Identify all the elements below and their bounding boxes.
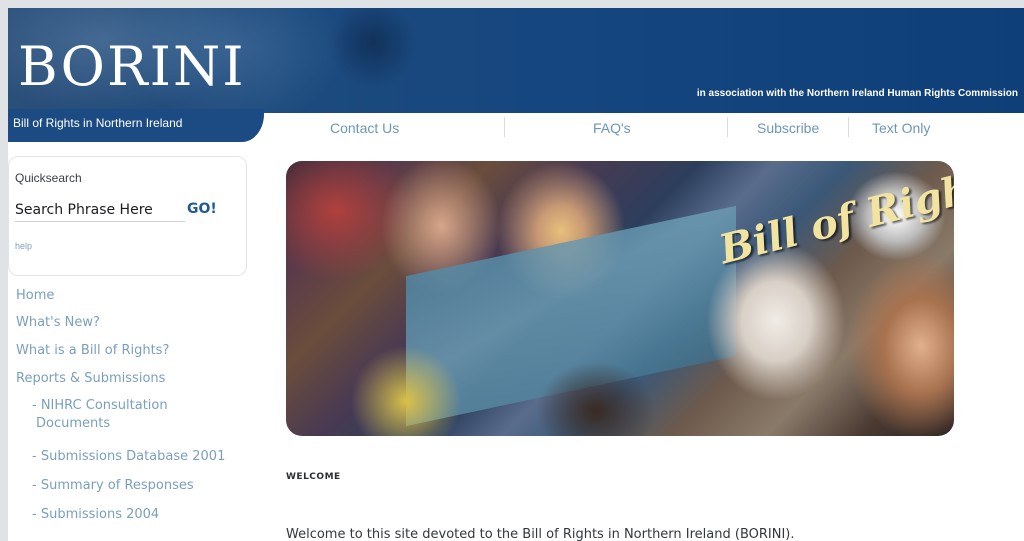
search-go-button[interactable]: GO!	[187, 201, 217, 217]
sidebar-subitem-submissions-2001[interactable]: - Submissions Database 2001	[32, 447, 225, 467]
quicksearch-label: Quicksearch	[15, 171, 82, 185]
header-banner: BORINI in association with the Northern …	[8, 8, 1024, 113]
sidebar-item-reports[interactable]: Reports & Submissions	[16, 371, 165, 386]
page: BORINI in association with the Northern …	[8, 8, 1024, 541]
site-tagline: Bill of Rights in Northern Ireland	[13, 116, 183, 130]
sidebar-subitem-documents[interactable]: Documents	[36, 414, 110, 434]
nav-contact-us[interactable]: Contact Us	[330, 120, 399, 136]
sidebar-subitem-submissions-2004[interactable]: - Submissions 2004	[32, 505, 159, 525]
top-nav: Bill of Rights in Northern Ireland Conta…	[8, 109, 1024, 145]
banner-decoration	[328, 8, 418, 88]
hero-figure	[846, 251, 954, 436]
sidebar-item-home[interactable]: Home	[16, 288, 54, 303]
quicksearch-box: Quicksearch GO! help	[8, 156, 247, 276]
search-help-link[interactable]: help	[15, 241, 32, 251]
sidebar-item-what-is-bill[interactable]: What is a Bill of Rights?	[16, 343, 169, 358]
nav-faqs[interactable]: FAQ's	[593, 120, 631, 136]
nav-subscribe[interactable]: Subscribe	[757, 120, 819, 136]
hero-image: Bill of Rights	[286, 161, 954, 436]
tagline-tab: Bill of Rights in Northern Ireland	[8, 109, 264, 142]
nav-divider	[504, 117, 505, 137]
site-logo[interactable]: BORINI	[18, 40, 246, 94]
sidebar-subitem-summary[interactable]: - Summary of Responses	[32, 476, 194, 496]
welcome-text: Welcome to this site devoted to the Bill…	[286, 527, 795, 541]
sidebar-subitem-nihrc[interactable]: - NIHRC Consultation	[32, 396, 168, 416]
welcome-heading: WELCOME	[286, 472, 341, 482]
nav-divider	[727, 117, 728, 137]
nav-divider	[848, 117, 849, 137]
nav-text-only[interactable]: Text Only	[872, 120, 930, 136]
association-text: in association with the Northern Ireland…	[696, 88, 1018, 99]
sidebar-item-whats-new[interactable]: What's New?	[16, 315, 100, 330]
search-input[interactable]	[15, 199, 185, 222]
